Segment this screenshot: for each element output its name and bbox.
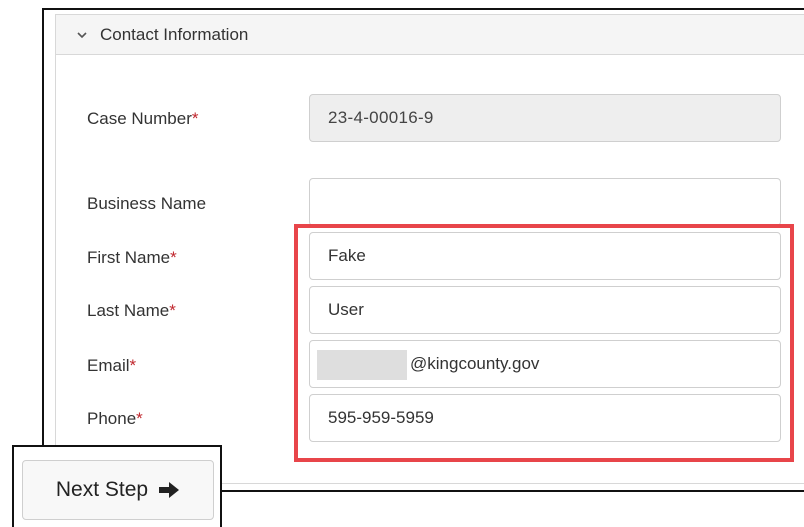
first-name-field[interactable] <box>309 232 781 280</box>
arrow-right-icon <box>158 481 180 499</box>
redacted-area <box>317 350 407 380</box>
required-marker: * <box>191 109 199 128</box>
last-name-label: Last Name* <box>87 301 176 320</box>
phone-field[interactable] <box>309 394 781 442</box>
business-name-label: Business Name <box>87 194 207 213</box>
next-step-label: Next Step <box>55 478 149 501</box>
last-name-field[interactable] <box>309 286 781 334</box>
required-marker: * <box>129 356 137 375</box>
business-name-field[interactable] <box>309 178 781 226</box>
case-number-label: Case Number* <box>87 109 199 128</box>
next-step-button[interactable]: Next Step <box>22 460 214 520</box>
required-marker: * <box>169 301 176 320</box>
section-header[interactable]: Contact Information <box>56 15 804 55</box>
page: Contact Information Case Number* Busines… <box>0 0 804 527</box>
case-number-field <box>309 94 781 142</box>
first-name-label: First Name* <box>87 248 177 267</box>
required-marker: * <box>170 248 177 267</box>
section-title: Contact Information <box>100 24 249 44</box>
chevron-down-icon[interactable] <box>76 28 90 42</box>
phone-label: Phone* <box>87 409 143 428</box>
email-label: Email* <box>87 356 137 375</box>
required-marker: * <box>136 409 143 428</box>
